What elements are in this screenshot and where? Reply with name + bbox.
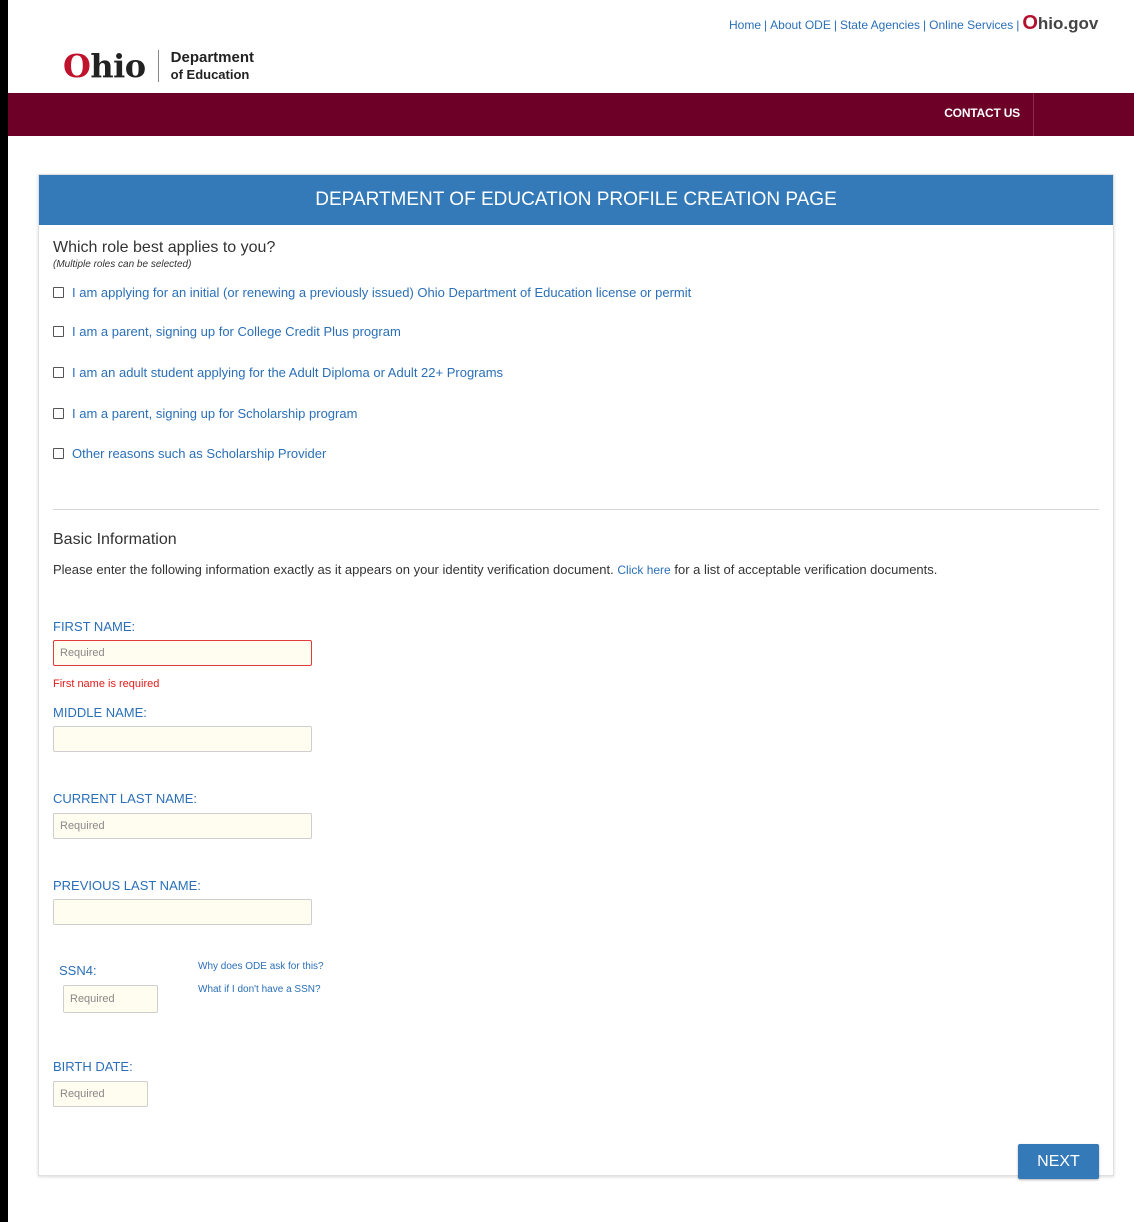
previous-last-name-label: PREVIOUS LAST NAME: <box>53 878 201 893</box>
separator: | <box>923 18 927 32</box>
main-navbar: CONTACT US <box>8 93 1134 136</box>
separator: | <box>1016 18 1020 32</box>
middle-name-input[interactable] <box>53 726 312 752</box>
birth-date-input[interactable] <box>53 1081 148 1107</box>
checkbox[interactable] <box>53 326 64 337</box>
role-option-label[interactable]: Other reasons such as Scholarship Provid… <box>72 446 326 461</box>
current-last-name-input[interactable] <box>53 813 312 839</box>
ohio-wordmark-rest: hio <box>90 47 146 85</box>
first-name-label: FIRST NAME: <box>53 619 136 634</box>
checkbox[interactable] <box>53 367 64 378</box>
next-button[interactable]: NEXT <box>1018 1144 1099 1179</box>
section-divider <box>53 509 1099 510</box>
role-section: Which role best applies to you? (Multipl… <box>53 239 1103 270</box>
top-utility-links: Home | About ODE | State Agencies | Online Ser… <box>729 12 1098 35</box>
ohio-wordmark: Ohio <box>63 47 146 85</box>
middle-name-label: MIDDLE NAME: <box>53 705 147 720</box>
role-option-license[interactable]: I am applying for an initial (or renewin… <box>53 285 691 300</box>
role-option-label[interactable]: I am a parent, signing up for Scholarshi… <box>72 406 357 421</box>
description-text-end: for a list of acceptable verification do… <box>674 562 938 577</box>
separator: | <box>833 18 837 32</box>
about-ode-link[interactable]: About ODE <box>770 18 831 32</box>
previous-last-name-input[interactable] <box>53 899 312 925</box>
why-ssn-link[interactable]: Why does ODE ask for this? <box>198 961 324 972</box>
page-title: DEPARTMENT OF EDUCATION PROFILE CREATION… <box>39 175 1113 225</box>
home-link[interactable]: Home <box>729 18 761 32</box>
role-option-adult-diploma[interactable]: I am an adult student applying for the A… <box>53 365 503 380</box>
checkbox[interactable] <box>53 448 64 459</box>
window-left-border <box>0 0 8 1222</box>
checkbox[interactable] <box>53 408 64 419</box>
online-services-link[interactable]: Online Services <box>929 18 1013 32</box>
role-option-label[interactable]: I am an adult student applying for the A… <box>72 365 503 380</box>
department-line1: Department <box>170 49 254 66</box>
role-option-college-credit[interactable]: I am a parent, signing up for College Cr… <box>53 324 401 339</box>
role-option-other[interactable]: Other reasons such as Scholarship Provid… <box>53 446 326 461</box>
profile-creation-card: DEPARTMENT OF EDUCATION PROFILE CREATION… <box>38 174 1114 1179</box>
department-text: Department of Education <box>171 49 254 83</box>
basic-info-description: Please enter the following information e… <box>53 559 1063 581</box>
first-name-error: First name is required <box>53 678 160 690</box>
logo-divider <box>157 50 159 82</box>
role-question: Which role best applies to you? <box>53 239 276 256</box>
role-option-label[interactable]: I am applying for an initial (or renewin… <box>72 285 691 300</box>
birth-date-label: BIRTH DATE: <box>53 1059 133 1074</box>
ssn4-label: SSN4: <box>59 963 97 978</box>
ohio-gov-link[interactable]: Ohio.gov <box>1022 12 1098 35</box>
no-ssn-link[interactable]: What if I don't have a SSN? <box>198 984 321 995</box>
role-option-scholarship[interactable]: I am a parent, signing up for Scholarshi… <box>53 406 357 421</box>
role-option-label[interactable]: I am a parent, signing up for College Cr… <box>72 324 401 339</box>
ohio-gov-text: hio.gov <box>1037 14 1099 33</box>
first-name-input[interactable] <box>53 640 312 666</box>
separator: | <box>764 18 768 32</box>
checkbox[interactable] <box>53 287 64 298</box>
basic-info-title: Basic Information <box>53 531 177 548</box>
department-line2: of Education <box>170 67 250 82</box>
ohio-wordmark-o: O <box>63 47 91 85</box>
state-agencies-link[interactable]: State Agencies <box>840 18 920 32</box>
ohio-department-of-education-logo[interactable]: Ohio Department of Education <box>63 44 254 88</box>
description-text: Please enter the following information e… <box>53 562 614 577</box>
contact-us-link[interactable]: CONTACT US <box>931 93 1034 136</box>
ssn4-input[interactable] <box>63 985 158 1013</box>
role-note: (Multiple roles can be selected) <box>53 259 192 270</box>
ohio-gov-o: O <box>1022 12 1038 34</box>
verification-docs-link[interactable]: Click here <box>617 563 670 577</box>
current-last-name-label: CURRENT LAST NAME: <box>53 791 197 806</box>
